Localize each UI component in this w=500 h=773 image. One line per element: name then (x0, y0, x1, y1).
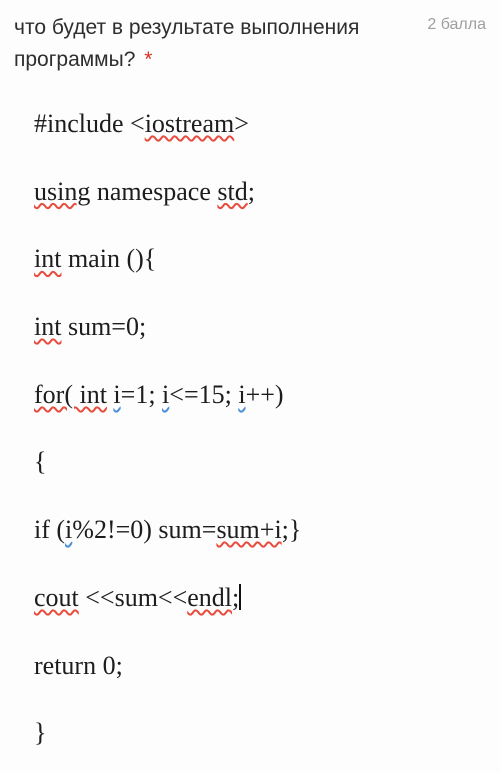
code-squiggle: for( int (34, 380, 107, 409)
code-line: int main (){ (34, 240, 486, 278)
code-text: <<sum<< (79, 583, 188, 612)
required-mark: * (144, 48, 152, 71)
code-text: { (34, 447, 46, 476)
question-text: что будет в результате выполнения програ… (14, 16, 359, 71)
code-text: } (34, 718, 46, 747)
code-text: ; (232, 583, 239, 612)
code-text: > (234, 109, 249, 138)
code-line: int sum=0; (34, 308, 486, 346)
code-line: { (34, 443, 486, 481)
code-text: main (){ (61, 244, 156, 273)
code-text: ; (248, 177, 255, 206)
code-text: namespace (90, 177, 217, 206)
text-cursor (239, 584, 241, 610)
code-text: if ( (34, 515, 65, 544)
code-text: ++) (246, 380, 284, 409)
code-squiggle: i (238, 380, 245, 409)
code-text: return 0; (34, 651, 123, 680)
code-text: #include < (34, 109, 145, 138)
code-squiggle: int (34, 312, 61, 341)
code-line: } (34, 714, 486, 752)
code-line: if (i%2!=0) sum=sum+i;} (34, 511, 486, 549)
code-squiggle: iostream (145, 109, 235, 138)
code-text: %2!=0) sum= (72, 515, 216, 544)
code-squiggle: cout (34, 583, 79, 612)
code-squiggle: using (34, 177, 90, 206)
code-text: sum=0; (61, 312, 146, 341)
code-squiggle: i (113, 380, 120, 409)
question-container: что будет в результате выполнения програ… (0, 0, 500, 773)
code-text: ;} (282, 515, 302, 544)
points-label: 2 балла (427, 16, 486, 34)
question-header: что будет в результате выполнения програ… (14, 12, 486, 75)
question-text-wrapper: что будет в результате выполнения програ… (14, 12, 427, 75)
code-text: <=15; (169, 380, 238, 409)
code-text: =1; (121, 380, 162, 409)
code-line: #include <iostream> (34, 105, 486, 143)
code-line: return 0; (34, 647, 486, 685)
code-squiggle: endl (187, 583, 232, 612)
code-squiggle: sum+i (216, 515, 281, 544)
code-block: #include <iostream> using namespace std;… (14, 105, 486, 752)
code-squiggle: int (34, 244, 61, 273)
code-line: for( int i=1; i<=15; i++) (34, 376, 486, 414)
code-line: using namespace std; (34, 173, 486, 211)
code-line: cout <<sum<<endl; (34, 579, 486, 617)
code-squiggle: std (217, 177, 247, 206)
